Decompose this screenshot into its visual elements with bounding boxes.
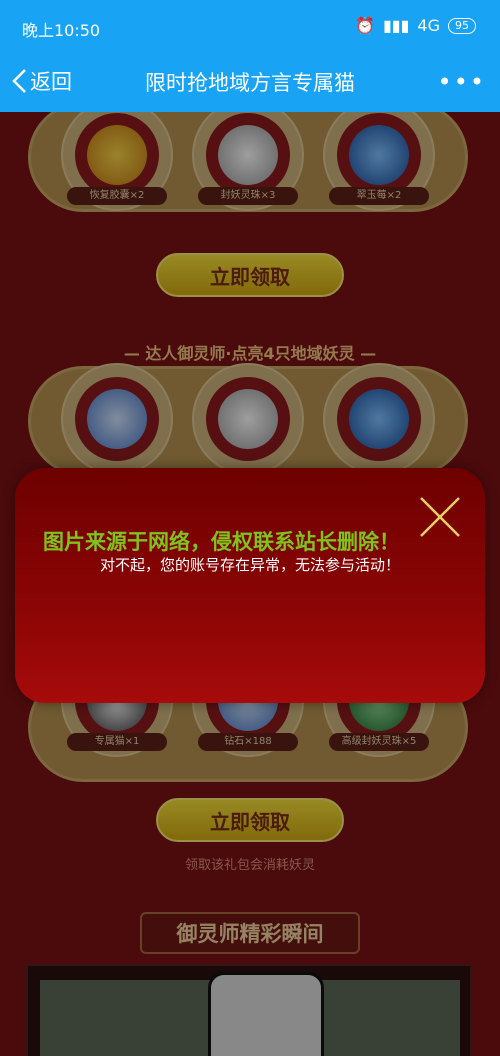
section-banner: 御灵师精彩瞬间 xyxy=(140,912,360,954)
error-dialog: 图片来源于网络，侵权联系站长删除！ 对不起，您的账号存在异常，无法参与活动！ xyxy=(15,468,485,703)
reward-label: 专属猫×1 xyxy=(67,733,167,751)
berry-icon xyxy=(349,125,409,185)
section-heading: — 达人御灵师·点亮4只地域妖灵 — xyxy=(123,344,377,363)
reward-slot: 翠玉莓×2 xyxy=(323,112,435,211)
reward-label: 恢复胶囊×2 xyxy=(67,187,167,205)
orb-icon xyxy=(218,125,278,185)
alarm-icon: ⏰ xyxy=(355,16,375,35)
network-label: 4G xyxy=(417,16,440,35)
reward-label: 钻石×188 xyxy=(198,733,298,751)
status-time: 晚上10:50 xyxy=(22,21,101,40)
moments-gallery[interactable] xyxy=(26,964,472,1056)
status-bar: 晚上10:50 ⏰ ▮▮▮ 4G 95 xyxy=(0,0,500,52)
reward-panel-1: 恢复胶囊×2 封妖灵珠×3 翠玉莓×2 xyxy=(28,112,468,212)
close-icon[interactable] xyxy=(417,494,463,540)
reward-label: 翠玉莓×2 xyxy=(329,187,429,205)
reward-label: 封妖灵珠×3 xyxy=(198,187,298,205)
page-title: 限时抢地域方言专属猫 xyxy=(145,71,355,95)
capsule-icon xyxy=(87,125,147,185)
berry-icon xyxy=(349,389,409,449)
nav-bar: 返回 限时抢地域方言专属猫 ••• xyxy=(0,52,500,112)
reward-label: 高级封妖灵珠×5 xyxy=(329,733,429,751)
reward-slot: 封妖灵珠×3 xyxy=(192,112,304,211)
status-icons: ⏰ ▮▮▮ 4G 95 xyxy=(355,16,476,35)
more-icon[interactable]: ••• xyxy=(438,68,486,96)
signal-icon: ▮▮▮ xyxy=(383,16,410,35)
claim-button[interactable]: 立即领取 xyxy=(156,253,344,297)
claim-note: 领取该礼包会消耗妖灵 xyxy=(184,858,315,873)
diamond-icon xyxy=(87,389,147,449)
battery-icon: 95 xyxy=(448,17,476,34)
reward-slot: 恢复胶囊×2 xyxy=(61,112,173,211)
orb-icon xyxy=(218,389,278,449)
reward-slot xyxy=(323,363,435,475)
reward-slot xyxy=(61,363,173,475)
error-message: 对不起，您的账号存在异常，无法参与活动！ xyxy=(99,556,400,574)
phone-image xyxy=(208,972,324,1056)
reward-panel-2 xyxy=(28,363,468,476)
reward-slot xyxy=(192,363,304,475)
claim-button[interactable]: 立即领取 xyxy=(156,798,344,842)
